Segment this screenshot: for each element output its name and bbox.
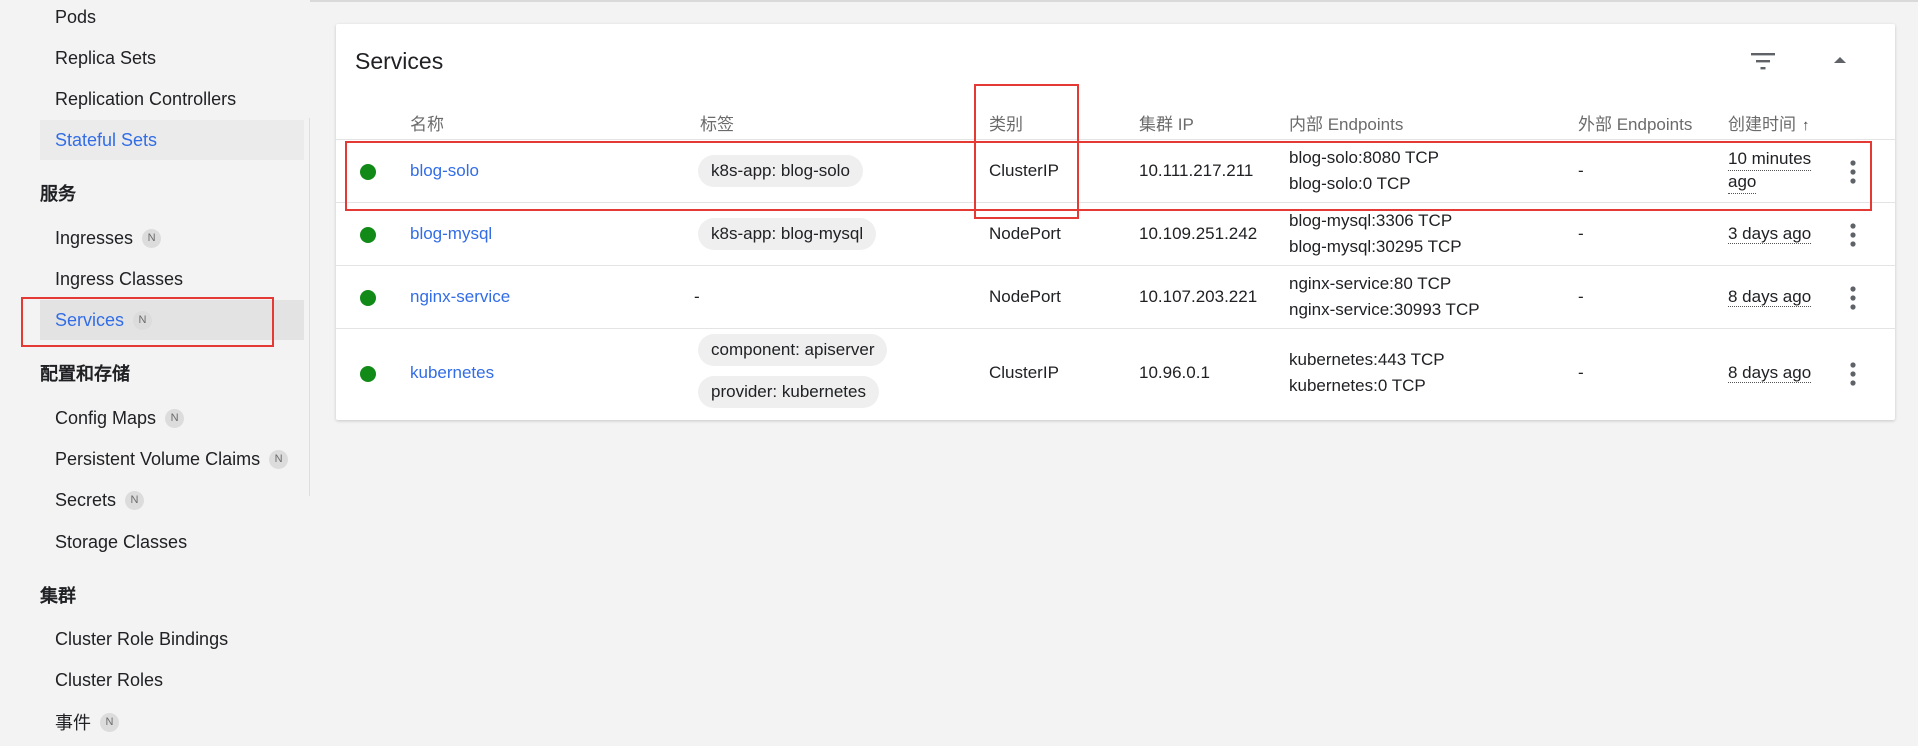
cluster-ip: 10.107.203.221 — [1139, 287, 1258, 306]
more-vert-icon[interactable] — [1843, 222, 1863, 248]
internal-endpoints: nginx-service:80 TCP nginx-service:30993… — [1289, 271, 1480, 323]
sidebar-item-label: Stateful Sets — [55, 129, 158, 150]
sidebar-item-label: Secrets — [55, 489, 117, 510]
endpoint-line: nginx-service:80 TCP — [1289, 274, 1452, 293]
table-row: kubernetes component: apiserver provider… — [336, 328, 1895, 416]
cluster-ip: 10.109.251.242 — [1139, 224, 1258, 243]
highlight-box-services-nav — [21, 297, 274, 347]
status-running-icon — [360, 290, 376, 306]
sidebar-item-label: 事件 — [55, 713, 91, 733]
namespaced-badge: N — [269, 449, 289, 469]
sidebar-item-stateful-sets[interactable]: Stateful Sets — [40, 120, 304, 160]
sidebar-section-cluster: 集群 — [40, 586, 76, 606]
sidebar-item-label: Replica Sets — [55, 47, 157, 68]
column-header-labels: 标签 — [700, 115, 734, 134]
label-chip: component: apiserver — [698, 334, 888, 366]
endpoint-line: kubernetes:443 TCP — [1289, 350, 1445, 369]
label-chip: provider: kubernetes — [698, 376, 879, 408]
sidebar-item-pods[interactable]: Pods — [40, 0, 304, 37]
column-header-created-label: 创建时间 — [1728, 115, 1796, 134]
endpoint-line: blog-mysql:30295 TCP — [1289, 237, 1462, 256]
sidebar-item-label: Pods — [55, 6, 97, 27]
created-age[interactable]: 8 days ago — [1728, 363, 1812, 383]
status-running-icon — [360, 366, 376, 382]
namespaced-badge: N — [142, 228, 162, 248]
sidebar-item-label: Ingress Classes — [55, 268, 184, 289]
column-header-external-endpoints: 外部 Endpoints — [1578, 115, 1693, 134]
sidebar-item-ingresses[interactable]: Ingresses N — [40, 218, 304, 258]
sidebar-item-cluster-roles[interactable]: Cluster Roles — [40, 660, 304, 700]
card-title: Services — [355, 48, 444, 74]
sidebar-item-label: Persistent Volume Claims — [55, 448, 261, 469]
sidebar-item-replication-controllers[interactable]: Replication Controllers — [40, 79, 304, 119]
highlight-box-blog-solo-row — [345, 141, 1872, 211]
column-header-name[interactable]: 名称 — [410, 110, 444, 135]
sidebar-item-persistent-volume-claims[interactable]: Persistent Volume Claims N — [40, 439, 304, 479]
service-name-link[interactable]: blog-mysql — [410, 224, 492, 244]
label-chip: k8s-app: blog-mysql — [698, 218, 877, 250]
sidebar-item-replica-sets[interactable]: Replica Sets — [40, 38, 304, 78]
sidebar-item-label: Replication Controllers — [55, 88, 237, 109]
created-age-text: 8 days ago — [1728, 287, 1812, 307]
column-header-cluster-ip: 集群 IP — [1139, 115, 1194, 134]
sidebar-nav: Pods Replica Sets Replication Controller… — [0, 0, 310, 746]
external-endpoints: - — [1578, 287, 1584, 306]
sidebar-item-label: Config Maps — [55, 407, 157, 428]
endpoint-line: nginx-service:30993 TCP — [1289, 300, 1480, 319]
table-row: blog-mysql k8s-app: blog-mysql NodePort … — [336, 202, 1895, 265]
created-age-text: 3 days ago — [1728, 224, 1812, 244]
endpoint-line: blog-mysql:3306 TCP — [1289, 211, 1453, 230]
highlight-box-type-column — [974, 84, 1079, 219]
labels-empty: - — [694, 287, 700, 306]
external-endpoints: - — [1578, 224, 1584, 243]
service-type: NodePort — [989, 224, 1061, 243]
sidebar-item-secrets[interactable]: Secrets N — [40, 480, 304, 520]
table-row: nginx-service - NodePort 10.107.203.221 … — [336, 265, 1895, 328]
status-running-icon — [360, 227, 376, 243]
sidebar-item-label: Storage Classes — [55, 531, 188, 552]
services-card: Services 名称 标签 类别 集群 IP 内部 Endpoints 外部 … — [336, 24, 1895, 420]
sidebar-item-config-maps[interactable]: Config Maps N — [40, 398, 304, 438]
service-name-link[interactable]: kubernetes — [410, 363, 494, 383]
service-name-link[interactable]: nginx-service — [410, 287, 510, 307]
internal-endpoints: kubernetes:443 TCP kubernetes:0 TCP — [1289, 347, 1445, 399]
cluster-ip: 10.96.0.1 — [1139, 363, 1210, 382]
column-header-created[interactable]: 创建时间 ↑ — [1728, 110, 1810, 135]
sidebar-item-label: Cluster Roles — [55, 669, 164, 690]
sidebar-section-config-storage: 配置和存储 — [40, 364, 130, 384]
namespaced-badge: N — [100, 712, 119, 732]
service-type: ClusterIP — [989, 363, 1059, 382]
endpoint-line: kubernetes:0 TCP — [1289, 376, 1426, 395]
sidebar-item-storage-classes[interactable]: Storage Classes — [40, 522, 304, 562]
sidebar-item-ingress-classes[interactable]: Ingress Classes — [40, 259, 304, 299]
chevron-up-icon[interactable] — [1830, 52, 1850, 68]
service-type: NodePort — [989, 287, 1061, 306]
more-vert-icon[interactable] — [1843, 361, 1863, 387]
sidebar-item-events[interactable]: 事件 N — [40, 702, 304, 742]
filter-icon[interactable] — [1750, 50, 1776, 72]
created-age[interactable]: 3 days ago — [1728, 224, 1812, 244]
more-vert-icon[interactable] — [1843, 285, 1863, 311]
created-age-text: 8 days ago — [1728, 363, 1812, 383]
sidebar-divider — [309, 118, 310, 496]
created-age[interactable]: 8 days ago — [1728, 287, 1812, 307]
sidebar-item-label: Cluster Role Bindings — [55, 628, 229, 649]
namespaced-badge: N — [165, 408, 185, 428]
namespaced-badge: N — [125, 490, 145, 510]
sort-arrow-up-icon: ↑ — [1802, 117, 1810, 134]
sidebar-item-cluster-role-bindings[interactable]: Cluster Role Bindings — [40, 619, 304, 659]
column-header-internal-endpoints: 内部 Endpoints — [1289, 115, 1404, 134]
internal-endpoints: blog-mysql:3306 TCP blog-mysql:30295 TCP — [1289, 208, 1462, 260]
sidebar-section-service: 服务 — [40, 184, 76, 204]
external-endpoints: - — [1578, 363, 1584, 382]
sidebar-item-label: Ingresses — [55, 227, 134, 248]
